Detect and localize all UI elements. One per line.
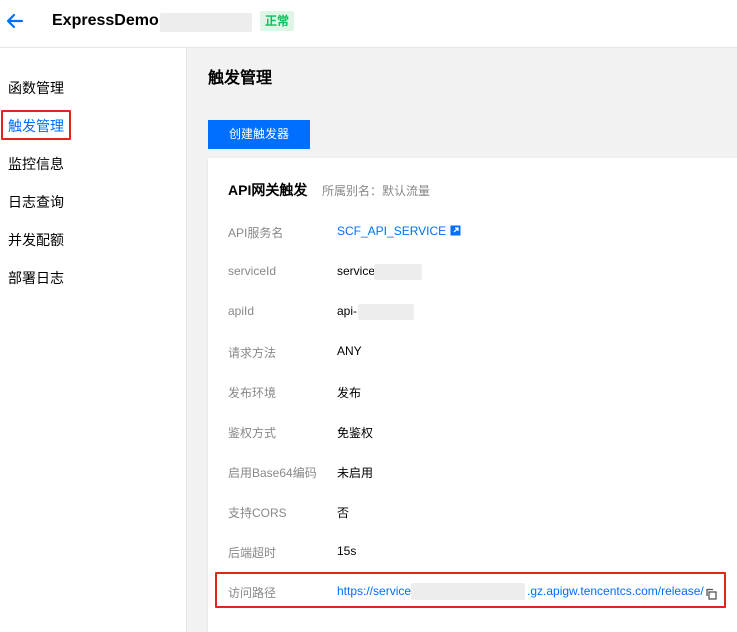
external-link-icon[interactable]	[450, 225, 461, 236]
page-title: 触发管理	[208, 70, 273, 87]
row-label-request-method: 请求方法	[228, 346, 277, 360]
sidebar-item-monitoring[interactable]: 监控信息	[8, 154, 64, 174]
api-service-name[interactable]: SCF_API_SERVICE	[337, 224, 446, 238]
api-service-link[interactable]: SCF_API_SERVICE	[337, 224, 461, 238]
base64-value: 未启用	[337, 466, 374, 480]
highlight-box-active-item	[1, 110, 71, 140]
top-bar: ExpressDemo 正常	[0, 0, 737, 48]
trigger-card: API网关触发 所属别名：默认流量 API服务名 SCF_API_SERVICE…	[208, 158, 737, 632]
redacted-service-id	[374, 264, 422, 280]
auth-value: 免鉴权	[337, 426, 374, 440]
trigger-card-title: API网关触发	[228, 182, 308, 198]
copy-icon[interactable]	[705, 587, 717, 600]
cors-value: 否	[337, 506, 350, 520]
create-trigger-button[interactable]: 创建触发器	[208, 120, 310, 149]
row-label-environment: 发布环境	[228, 386, 277, 400]
sidebar-item-function-management[interactable]: 函数管理	[8, 78, 64, 98]
sidebar-item-deploy-log[interactable]: 部署日志	[8, 268, 64, 288]
api-id-value: api-	[337, 304, 358, 318]
row-label-service-id: serviceId	[228, 264, 277, 278]
arrow-left-icon[interactable]	[4, 10, 26, 32]
status-badge: 正常	[260, 11, 295, 31]
row-label-timeout: 后端超时	[228, 546, 277, 560]
environment-value: 发布	[337, 386, 362, 400]
row-label-auth: 鉴权方式	[228, 426, 277, 440]
redacted-api-id	[358, 304, 414, 320]
row-label-cors: 支持CORS	[228, 506, 287, 520]
row-label-api-id: apiId	[228, 304, 255, 318]
redacted-name	[160, 13, 252, 32]
trigger-alias: 所属别名：默认流量	[322, 184, 431, 198]
request-method-value: ANY	[337, 344, 362, 358]
sidebar-item-concurrency-quota[interactable]: 并发配额	[8, 230, 64, 250]
service-id-value: service-	[337, 264, 380, 278]
sidebar-item-log-query[interactable]: 日志查询	[8, 192, 64, 212]
row-label-base64: 启用Base64编码	[228, 466, 317, 480]
row-label-service-name: API服务名	[228, 226, 284, 240]
app-title: ExpressDemo	[52, 12, 159, 29]
main-content: 触发管理 创建触发器 API网关触发 所属别名：默认流量 API服务名 SCF_…	[187, 48, 737, 632]
highlight-box-access-path	[215, 572, 726, 608]
timeout-value: 15s	[337, 544, 357, 558]
